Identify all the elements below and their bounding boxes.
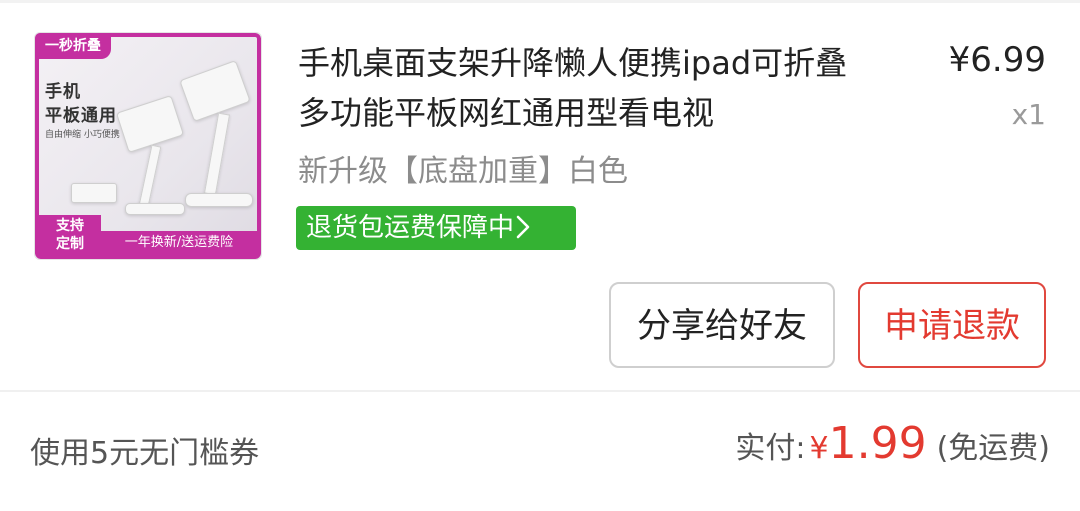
product-title[interactable]: 手机桌面支架升降懒人便携ipad可折叠 多功能平板网红通用型看电视	[298, 38, 918, 138]
return-shipping-badge[interactable]: 退货包运费保障中	[296, 206, 576, 250]
paid-label: 实付:	[735, 431, 806, 466]
chevron-right-icon	[516, 213, 530, 243]
return-badge-label: 退货包运费保障中	[306, 213, 515, 243]
refund-button[interactable]: 申请退款	[858, 282, 1046, 368]
currency-symbol: ¥	[809, 431, 829, 466]
section-divider	[0, 390, 1080, 392]
product-price: ¥6.99	[948, 40, 1046, 80]
coupon-info: 使用5元无门槛券	[30, 436, 260, 471]
product-title-line1: 手机桌面支架升降懒人便携ipad可折叠	[298, 44, 848, 82]
thumbnail-frame	[35, 33, 261, 259]
top-divider	[0, 0, 1080, 3]
paid-amount: 1.99	[828, 418, 927, 469]
product-title-line2: 多功能平板网红通用型看电视	[298, 94, 715, 132]
shipping-note: (免运费)	[936, 431, 1050, 466]
share-button[interactable]: 分享给好友	[609, 282, 835, 368]
product-variant: 新升级【底盘加重】白色	[298, 154, 628, 189]
product-quantity: x1	[1011, 98, 1046, 131]
product-thumbnail[interactable]: 一秒折叠 手机 平板通用 自由伸缩 小巧便携 支持 定制 一年换新/送运费险	[34, 32, 262, 260]
payment-summary: 实付: ¥1.99 (免运费)	[735, 418, 1050, 469]
